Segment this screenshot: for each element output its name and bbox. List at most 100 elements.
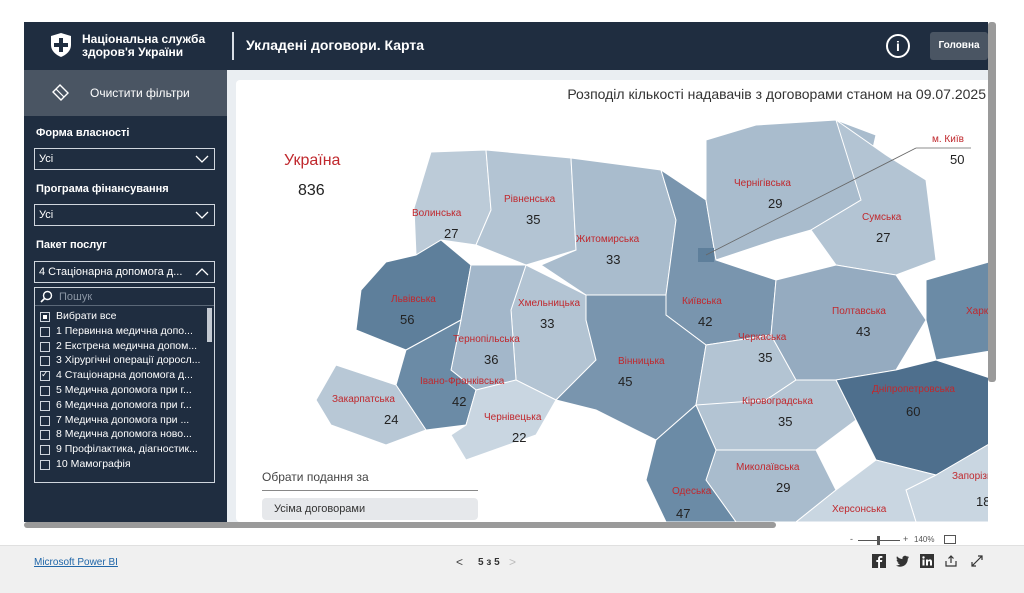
region-label-chernivetska: Чернівецька (484, 412, 542, 423)
package-option[interactable]: 6 Медична допомога при г... (40, 399, 210, 413)
view-selector-divider (262, 490, 478, 491)
checkbox-icon[interactable] (40, 356, 50, 367)
package-option[interactable]: 1 Первинна медична допо... (40, 325, 210, 339)
package-search-row (35, 288, 214, 306)
region-value-sumska: 27 (876, 230, 890, 245)
fit-to-page-icon[interactable] (944, 535, 956, 544)
region-value-zakarpatska: 24 (384, 412, 398, 427)
list-scrollbar[interactable] (207, 308, 212, 342)
region-label-zhytomyrska: Житомирська (576, 234, 640, 245)
package-option[interactable]: 4 Стаціонарна допомога д... (40, 369, 210, 383)
package-option[interactable]: 7 Медична допомога при ... (40, 414, 210, 428)
chevron-down-icon (195, 155, 209, 163)
region-label-khmelnytska: Хмельницька (518, 298, 580, 309)
region-label-rivnenska: Рівненська (504, 194, 556, 205)
program-dropdown[interactable]: Усі (34, 204, 215, 226)
package-option[interactable]: Вибрати все (40, 310, 210, 324)
package-option[interactable]: 8 Медична допомога ново... (40, 428, 210, 442)
twitter-icon[interactable] (896, 554, 910, 568)
region-shape-poltavska[interactable] (770, 264, 927, 381)
region-value-ternopilska: 36 (484, 352, 498, 367)
region-label-chernihivska: Чернігівська (734, 178, 791, 189)
header-divider (232, 32, 234, 60)
view-selector-label: Обрати подання за (262, 470, 369, 484)
package-option[interactable]: 10 Мамографія (40, 458, 210, 472)
facebook-icon[interactable] (872, 554, 886, 568)
ownership-dropdown[interactable]: Усі (34, 148, 215, 170)
view-all-contracts-button[interactable]: Усіма договорами (262, 498, 478, 520)
region-label-dnipropetrovska: Дніпропетровська (872, 384, 955, 395)
region-value-khmelnytska: 33 (540, 316, 554, 331)
region-label-khersonska: Херсонська (832, 504, 887, 515)
region-value-kyivska: 42 (698, 314, 712, 329)
previous-page-button[interactable]: < (456, 555, 463, 569)
package-option-label: 7 Медична допомога при ... (56, 413, 190, 426)
map-title: Розподіл кількості надавачів з договорам… (567, 86, 986, 102)
vertical-scrollbar[interactable] (988, 22, 996, 382)
region-value-vinnytska: 45 (618, 374, 632, 389)
checkbox-icon[interactable] (40, 460, 50, 470)
kyiv-city-label: м. Київ (932, 134, 964, 145)
region-label-kirovohradska: Кіровоградська (742, 396, 813, 407)
package-option[interactable]: 3 Хірургічні операції доросл... (40, 354, 210, 368)
checkbox-icon[interactable] (40, 312, 50, 322)
chevron-down-icon (195, 211, 209, 219)
region-label-kyivska: Київська (682, 296, 722, 307)
package-option[interactable]: 9 Профілактика, діагностик... (40, 443, 210, 457)
checkbox-icon[interactable] (40, 386, 50, 396)
package-options-list: Вибрати все 1 Первинна медична допо... 2 Е… (34, 287, 215, 483)
zoom-out-button[interactable]: - (850, 534, 853, 544)
package-dropdown[interactable]: 4 Стаціонарна допомога д... (34, 261, 215, 283)
info-button[interactable]: i (886, 34, 910, 58)
package-option-label: 1 Первинна медична допо... (56, 324, 193, 337)
share-icon[interactable] (944, 554, 958, 568)
region-value-chernivetska: 22 (512, 430, 526, 445)
package-option[interactable]: 5 Медична допомога при г... (40, 384, 210, 398)
checkbox-icon[interactable] (40, 341, 50, 352)
region-value-rivnenska: 35 (526, 212, 540, 227)
home-button[interactable]: Головна (930, 32, 988, 60)
checkbox-icon[interactable] (40, 430, 50, 441)
region-label-cherkaska: Черкаська (738, 332, 787, 343)
package-option[interactable]: 2 Екстрена медична допом... (40, 340, 210, 354)
region-label-ternopilska: Тернопільська (453, 334, 520, 345)
ukraine-map: Волинська 27 Рівненська 35 Житомирська 3… (315, 118, 988, 522)
page-title: Укладені договори. Карта (246, 37, 425, 53)
zoom-in-button[interactable]: + (903, 534, 908, 544)
map-canvas: Волинська 27 Рівненська 35 Житомирська 3… (236, 80, 988, 522)
package-option-label: 5 Медична допомога при г... (56, 384, 192, 396)
zoom-level: 140% (914, 535, 935, 544)
zoom-slider-handle[interactable] (877, 536, 880, 545)
clear-filters-button[interactable]: Очистити фільтри (24, 70, 227, 116)
country-total-value: 836 (298, 182, 325, 199)
linkedin-icon[interactable] (920, 554, 934, 568)
region-shape-rivnenska[interactable] (475, 149, 577, 266)
package-option-label: 6 Медична допомога при г... (56, 398, 192, 411)
region-value-kirovohradska: 35 (778, 414, 792, 429)
eraser-icon (52, 84, 69, 101)
region-label-ivanofrankivska: Івано-Франківська (420, 376, 505, 387)
fullscreen-icon[interactable] (970, 554, 984, 568)
region-label-odeska: Одеська (672, 486, 712, 497)
report-page: Національна служба здоров'я України Укла… (24, 22, 988, 522)
checkbox-icon[interactable] (40, 415, 50, 426)
region-value-chernihivska: 29 (768, 196, 782, 211)
package-option-label: 3 Хірургічні операції доросл... (56, 354, 201, 367)
powerbi-link[interactable]: Microsoft Power BI (34, 557, 118, 568)
package-search-input[interactable] (59, 289, 209, 304)
checkbox-icon[interactable] (40, 400, 50, 411)
region-value-volynska: 27 (444, 226, 458, 241)
region-label-sumska: Сумська (862, 212, 902, 223)
ownership-filter-label: Форма власності (36, 127, 130, 139)
checkbox-icon[interactable] (40, 326, 50, 337)
region-label-lvivska: Львівська (391, 294, 436, 305)
package-option-label: 8 Медична допомога ново... (56, 428, 192, 441)
horizontal-scrollbar[interactable] (24, 522, 776, 528)
region-value-zhytomyrska: 33 (606, 252, 620, 267)
country-total-label: Україна (284, 152, 341, 169)
next-page-button[interactable]: > (509, 555, 516, 569)
region-value-lvivska: 56 (400, 312, 414, 327)
region-value-cherkaska: 35 (758, 350, 772, 365)
checkbox-icon[interactable] (40, 369, 50, 382)
checkbox-icon[interactable] (40, 445, 50, 456)
